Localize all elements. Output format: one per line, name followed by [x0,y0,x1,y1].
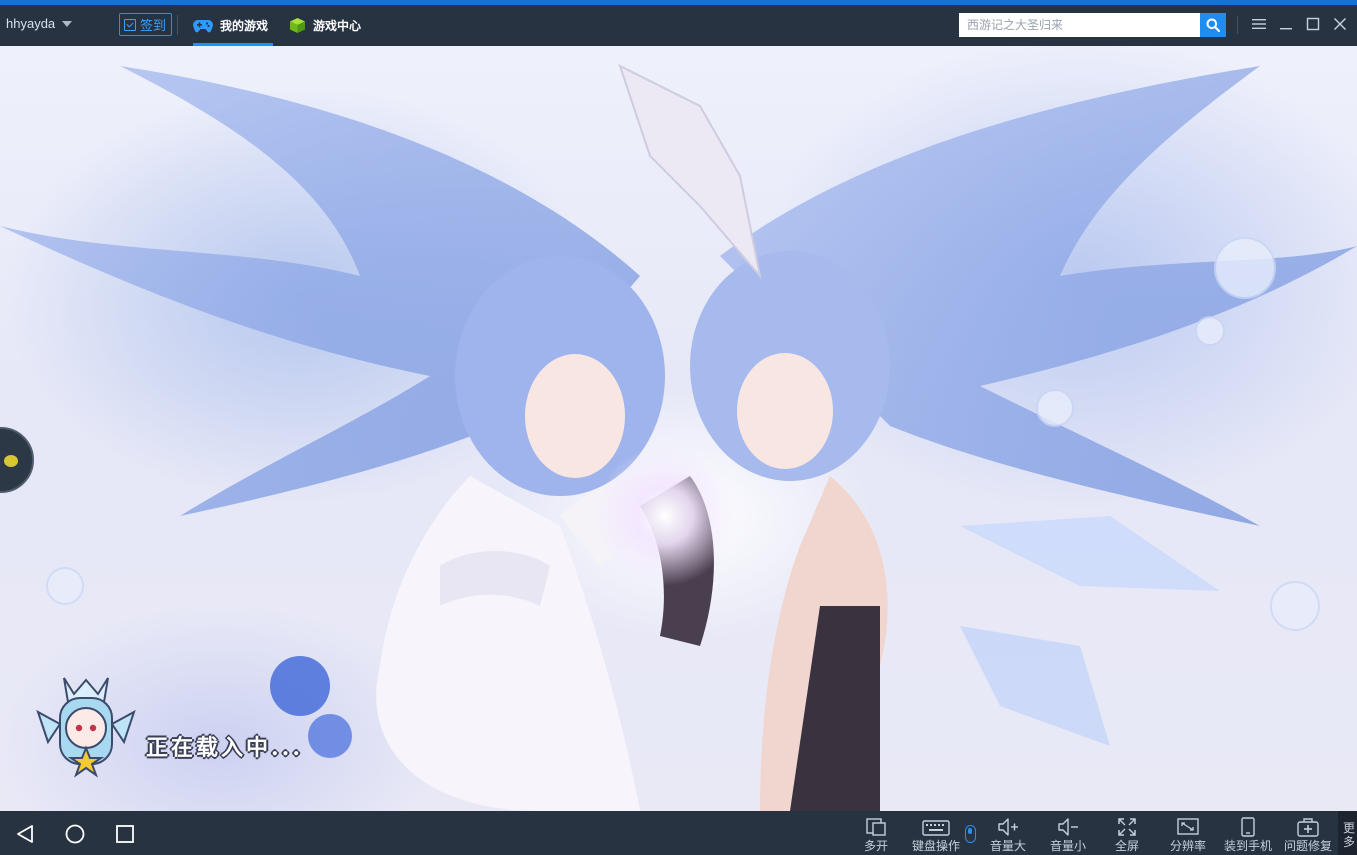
volume-down-icon [1058,818,1078,836]
phone-icon [1241,817,1255,837]
loading-artwork [0,64,1357,811]
tab-my-games[interactable]: 我的游戏 [193,5,273,46]
cube-icon [290,18,305,33]
keyboard-icon [922,820,950,836]
tool-label: 音量小 [1049,839,1086,853]
maximize-icon [1306,17,1320,31]
emulator-window: hhyayda 签到 我的游戏 游戏中心 西游记之大圣归来 正在载入中... 多… [0,0,1357,855]
tab-label: 我的游戏 [220,19,269,33]
close-icon [1334,18,1346,30]
username: hhyayda [6,16,56,31]
recents-icon [116,825,134,843]
keyboard-control-button[interactable]: 键盘操作 [908,817,964,855]
multi-instance-button[interactable]: 多开 [848,817,904,855]
calendar-check-icon [124,18,136,31]
search-button[interactable] [1200,13,1226,37]
repair-icon [1297,818,1319,837]
volume-down-button[interactable]: 音量小 [1040,817,1096,855]
resolution-button[interactable]: 分辨率 [1160,817,1216,855]
home-icon [65,824,85,844]
fullscreen-button[interactable]: 全屏 [1099,817,1155,855]
tab-game-center[interactable]: 游戏中心 [289,5,361,46]
tool-label: 音量大 [989,839,1026,853]
fullscreen-icon [1118,818,1136,836]
back-icon [17,825,33,843]
signin-label: 签到 [140,18,167,33]
loading-mascot [36,677,136,778]
tool-label: 全屏 [1114,839,1139,853]
recents-button[interactable] [114,823,136,845]
gamepad-icon [193,19,213,32]
divider [177,15,178,35]
tab-label: 游戏中心 [313,19,362,33]
volume-up-button[interactable]: 音量大 [980,817,1036,855]
keyboard-toggle[interactable] [965,825,976,843]
menu-icon [1252,19,1266,29]
multi-window-icon [866,818,886,836]
game-viewport[interactable]: 正在载入中... [0,46,1357,811]
minimize-button[interactable] [1274,12,1298,36]
tool-label: 多开 [863,839,888,853]
maximize-button[interactable] [1301,12,1325,36]
resolution-icon [1177,818,1199,835]
tool-label: 分辨率 [1169,839,1206,853]
repair-button[interactable]: 问题修复 [1280,817,1336,855]
title-bar: hhyayda 签到 我的游戏 游戏中心 [0,5,1357,46]
signin-button[interactable]: 签到 [119,13,173,36]
tool-label: 装到手机 [1223,839,1272,853]
close-button[interactable] [1328,12,1352,36]
tool-label: 键盘操作 [911,839,960,853]
bottom-toolbar: 多开 键盘操作 音量大 音量小 全屏 分辨率 装到手机 问题修复 更多 [0,811,1357,855]
user-menu[interactable]: hhyayda [6,16,73,31]
divider [1237,16,1238,34]
install-to-phone-button[interactable]: 装到手机 [1220,817,1276,855]
back-button[interactable] [14,823,36,845]
volume-up-icon [998,818,1018,836]
search-input[interactable] [959,13,1200,37]
home-button[interactable] [64,823,86,845]
search-box [959,13,1226,37]
chevron-down-icon [62,21,73,27]
tool-label: 问题修复 [1283,839,1332,853]
more-button[interactable]: 更多 [1338,811,1357,855]
search-icon [1206,18,1220,32]
loading-text: 正在载入中... [146,735,303,761]
minimize-icon [1280,28,1292,30]
menu-button[interactable] [1247,12,1271,36]
